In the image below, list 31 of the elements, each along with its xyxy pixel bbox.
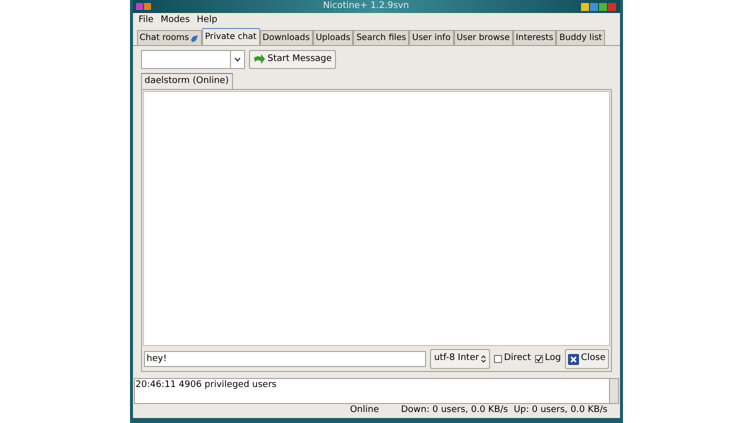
tab[interactable]: Chat rooms <box>136 30 202 45</box>
tab[interactable]: User browse <box>454 30 513 45</box>
close-button[interactable]: Close <box>564 349 608 369</box>
dropdown-icon[interactable] <box>230 51 244 68</box>
checkbox-label: Log <box>544 352 561 366</box>
tab[interactable]: Private chat <box>202 28 260 45</box>
tab[interactable]: Search files <box>353 30 410 45</box>
scrollbar[interactable] <box>608 379 618 403</box>
close-x-icon <box>568 354 579 364</box>
menu-item[interactable]: File <box>138 14 154 28</box>
encoding-select[interactable]: utf-8 Inter <box>430 349 490 369</box>
chat-tab[interactable]: daelstorm (Online) <box>140 73 233 89</box>
tab[interactable]: Interests <box>512 30 556 45</box>
menu-item[interactable]: Help <box>196 14 218 28</box>
checkbox[interactable] <box>534 355 543 363</box>
log-line: 20:46:11 4906 privileged users <box>136 379 278 392</box>
transfer-stats: Down: 0 users, 0.0 KB/s Up: 0 users, 0.0 KB/s <box>400 404 608 418</box>
tab[interactable]: Buddy list <box>556 30 606 45</box>
menu-item[interactable]: Modes <box>160 14 190 28</box>
tab[interactable]: Downloads <box>260 30 313 45</box>
tab[interactable]: Uploads <box>312 30 354 45</box>
checkbox-label: Direct <box>504 352 531 366</box>
spin-arrows-icon <box>480 355 486 363</box>
checkbox[interactable] <box>494 355 502 363</box>
start-message-button[interactable]: Start Message <box>248 50 336 69</box>
arrow-icon <box>252 54 266 65</box>
status-text: Online <box>350 404 379 418</box>
window-title: Nicotine+ 1.2.9svn <box>323 2 409 11</box>
tab[interactable]: User info <box>409 30 454 45</box>
message-input[interactable]: hey! <box>144 351 426 367</box>
user-combo-field[interactable] <box>140 50 244 69</box>
